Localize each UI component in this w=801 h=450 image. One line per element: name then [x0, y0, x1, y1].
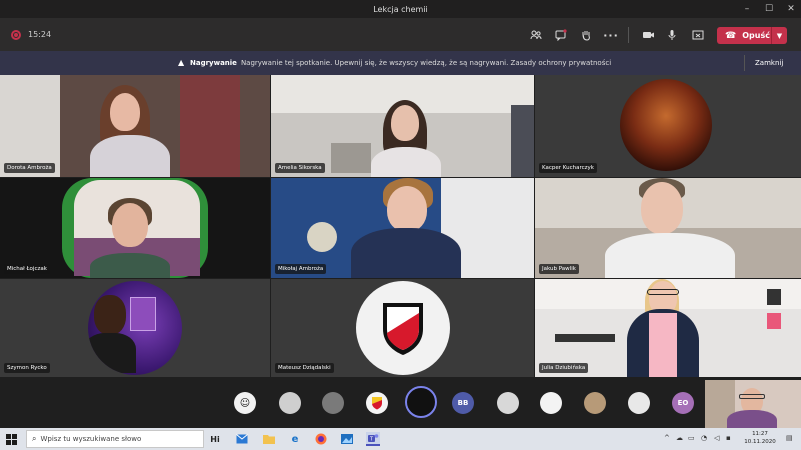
avatar: [620, 79, 712, 171]
teams-icon[interactable]: T: [366, 432, 380, 446]
mail-icon[interactable]: [235, 432, 249, 446]
notifications-icon[interactable]: ▤: [786, 434, 793, 442]
avatar[interactable]: BB: [452, 392, 474, 414]
close-window-button[interactable]: ✕: [780, 0, 801, 18]
avatar[interactable]: [366, 392, 388, 414]
volume-icon[interactable]: ◁: [714, 434, 719, 442]
toolbar-divider: [628, 27, 629, 43]
chat-icon[interactable]: [553, 27, 569, 43]
participant-name: Amelia Sikorska: [275, 163, 325, 173]
title-bar: Lekcja chemii – ☐ ✕: [0, 0, 801, 18]
warning-icon: ▲: [178, 58, 185, 67]
participant-name: Jakub Pawlik: [539, 264, 579, 274]
system-clock[interactable]: 11:27 10.11.2020: [740, 430, 780, 446]
avatar[interactable]: [540, 392, 562, 414]
video-tile[interactable]: Michał Łojczak: [0, 178, 270, 278]
leave-label: Opuść: [742, 31, 770, 40]
participant-name: Mikołaj Ambroża: [275, 264, 327, 274]
more-options-icon[interactable]: ···: [603, 27, 619, 43]
avatar[interactable]: [279, 392, 301, 414]
tray-app-icon[interactable]: ☁: [676, 434, 683, 442]
recording-icon: [11, 30, 21, 40]
windows-start-icon[interactable]: [6, 434, 17, 445]
leave-button[interactable]: ☎ Opuść ▼: [717, 27, 787, 44]
clock-date: 10.11.2020: [744, 439, 776, 445]
meeting-toolbar: 15:24 ··· ☎ Opuść ▼: [0, 18, 801, 51]
tray-chevron-icon[interactable]: ^: [664, 434, 670, 442]
search-placeholder: Wpisz tu wyszukiwane słowo: [40, 435, 142, 443]
video-tile[interactable]: Kacper Kucharczyk: [535, 75, 801, 177]
banner-strong: Nagrywanie: [190, 59, 237, 67]
participant-name: Kacper Kucharczyk: [539, 163, 597, 173]
clock-time: 11:27: [752, 431, 768, 437]
avatar: [356, 281, 450, 375]
video-tile[interactable]: Mikołaj Ambroża: [271, 178, 534, 278]
avatar[interactable]: EO: [672, 392, 694, 414]
avatar[interactable]: [584, 392, 606, 414]
folder-icon[interactable]: [262, 432, 276, 446]
avatar: [88, 281, 182, 375]
camera-icon[interactable]: [640, 27, 656, 43]
edge-icon[interactable]: e: [288, 432, 302, 446]
battery-icon[interactable]: ▭: [688, 434, 695, 442]
participant-name: Michał Łojczak: [4, 264, 50, 274]
video-tile[interactable]: Mateusz Dziądalski: [271, 279, 534, 377]
windows-taskbar: ⌕ Wpisz tu wyszukiwane słowo Hi e T ^ ☁ …: [0, 428, 801, 450]
banner-message: Nagrywanie tej spotkanie. Upewnij się, ż…: [240, 59, 612, 67]
recording-notice-banner: ▲ Nagrywanie Nagrywanie tej spotkanie. Up…: [0, 51, 801, 75]
avatar[interactable]: [322, 392, 344, 414]
shield-icon: [383, 303, 423, 355]
video-tile[interactable]: Jakub Pawlik: [535, 178, 801, 278]
video-tile[interactable]: Dorota Ambroża: [0, 75, 270, 177]
other-participants-bar: ☺ BB EO: [0, 378, 801, 428]
avatar[interactable]: [497, 392, 519, 414]
maximize-button[interactable]: ☐: [758, 0, 780, 18]
participant-name: Julia Dziubińska: [539, 363, 589, 373]
phone-hangup-icon: ☎: [725, 30, 737, 41]
self-view-video[interactable]: [705, 380, 801, 428]
search-icon: ⌕: [32, 434, 37, 443]
window-title: Lekcja chemii: [373, 4, 428, 14]
firefox-icon[interactable]: [314, 432, 328, 446]
chevron-down-icon[interactable]: ▼: [771, 27, 787, 44]
microphone-icon[interactable]: [664, 27, 680, 43]
video-tile[interactable]: Julia Dziubińska: [535, 279, 801, 377]
banner-divider: [744, 55, 745, 71]
task-view-icon[interactable]: Hi: [208, 432, 222, 446]
banner-close-button[interactable]: Zamknij: [755, 59, 783, 67]
participant-name: Dorota Ambroża: [4, 163, 55, 173]
minimize-button[interactable]: –: [736, 0, 758, 18]
participant-name: Szymon Rycko: [4, 363, 50, 373]
video-tile[interactable]: Amelia Sikorska: [271, 75, 534, 177]
banner-text: Nagrywanie Nagrywanie tej spotkanie. Upew…: [190, 59, 611, 67]
photos-icon[interactable]: [340, 432, 354, 446]
language-icon[interactable]: ▪: [726, 434, 731, 442]
participants-icon[interactable]: [528, 27, 544, 43]
share-screen-icon[interactable]: [690, 27, 706, 43]
network-icon[interactable]: ◔: [701, 434, 707, 442]
avatar[interactable]: [405, 386, 437, 418]
taskbar-search-input[interactable]: ⌕ Wpisz tu wyszukiwane słowo: [26, 430, 204, 448]
avatar[interactable]: [628, 392, 650, 414]
video-tile[interactable]: Szymon Rycko: [0, 279, 270, 377]
avatar[interactable]: ☺: [234, 392, 256, 414]
meeting-timer: 15:24: [28, 30, 52, 39]
raise-hand-icon[interactable]: [578, 27, 594, 43]
participant-name: Mateusz Dziądalski: [275, 363, 334, 373]
teams-meeting-window: Lekcja chemii – ☐ ✕ 15:24 ··· ☎ Opuść ▼ …: [0, 0, 801, 450]
